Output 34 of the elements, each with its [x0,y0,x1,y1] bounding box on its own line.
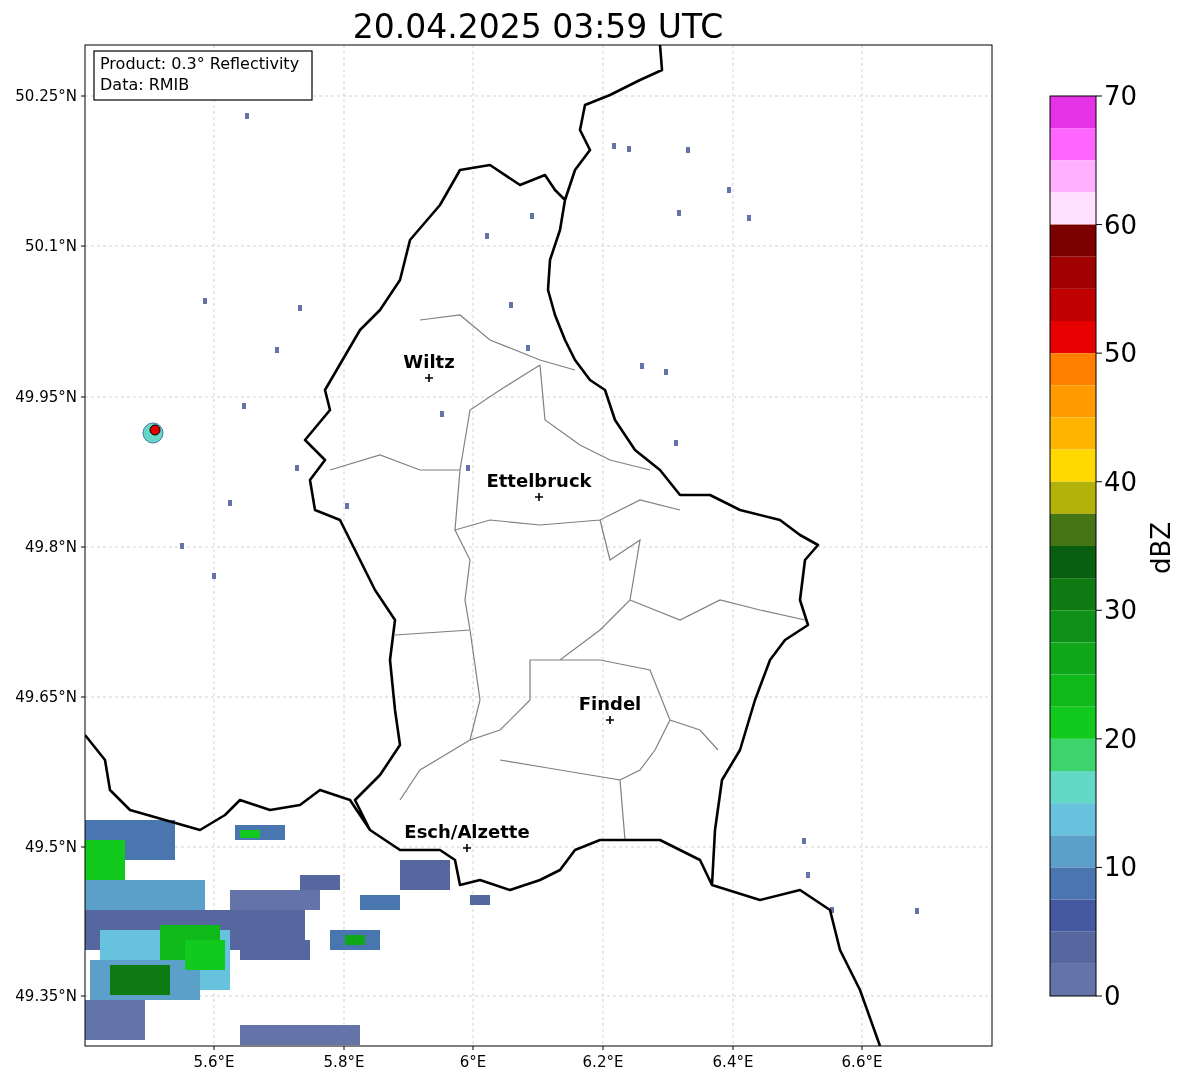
place-label: Esch/Alzette [404,821,530,842]
latitude-label: 49.8°N [24,538,77,556]
latitude-label: 49.35°N [15,987,77,1005]
latitude-label: 50.1°N [24,237,77,255]
longitude-label: 5.8°E [323,1053,365,1071]
scale-label: 10 [1104,852,1138,883]
longitude-label: 6°E [459,1053,487,1071]
latitude-label: 49.95°N [15,388,77,406]
scale-label: 20 [1104,723,1138,754]
place-marker-icon [534,492,544,502]
scale-label: 0 [1104,981,1121,1011]
place-label: Wiltz [403,351,455,372]
scale-label: 40 [1104,466,1138,497]
radar-site-icon [142,422,164,444]
place-label: Findel [578,693,642,714]
latitude-label: 49.5°N [24,838,77,856]
longitude-label: 5.6°E [193,1053,235,1071]
place-marker-icon [424,373,434,383]
info-text: Data: RMIB [100,75,190,94]
scale-label: 30 [1104,595,1138,626]
place-marker-icon [462,843,472,853]
longitude-label: 6.6°E [841,1053,883,1071]
scale-label: 60 [1104,209,1138,240]
place-label: Ettelbruck [486,470,592,491]
scale-label: 70 [1104,81,1138,111]
latitude-label: 50.25°N [15,87,77,105]
scale-label: 50 [1104,338,1138,369]
latitude-label: 49.65°N [15,688,77,706]
place-marker-icon [605,715,615,725]
chart-title: 20.04.2025 03:59 UTC [352,7,724,46]
info-text: Product: 0.3° Reflectivity [100,54,300,73]
scale-title: dBZ [1146,521,1176,575]
longitude-label: 6.4°E [712,1053,754,1071]
longitude-label: 6.2°E [582,1053,624,1071]
